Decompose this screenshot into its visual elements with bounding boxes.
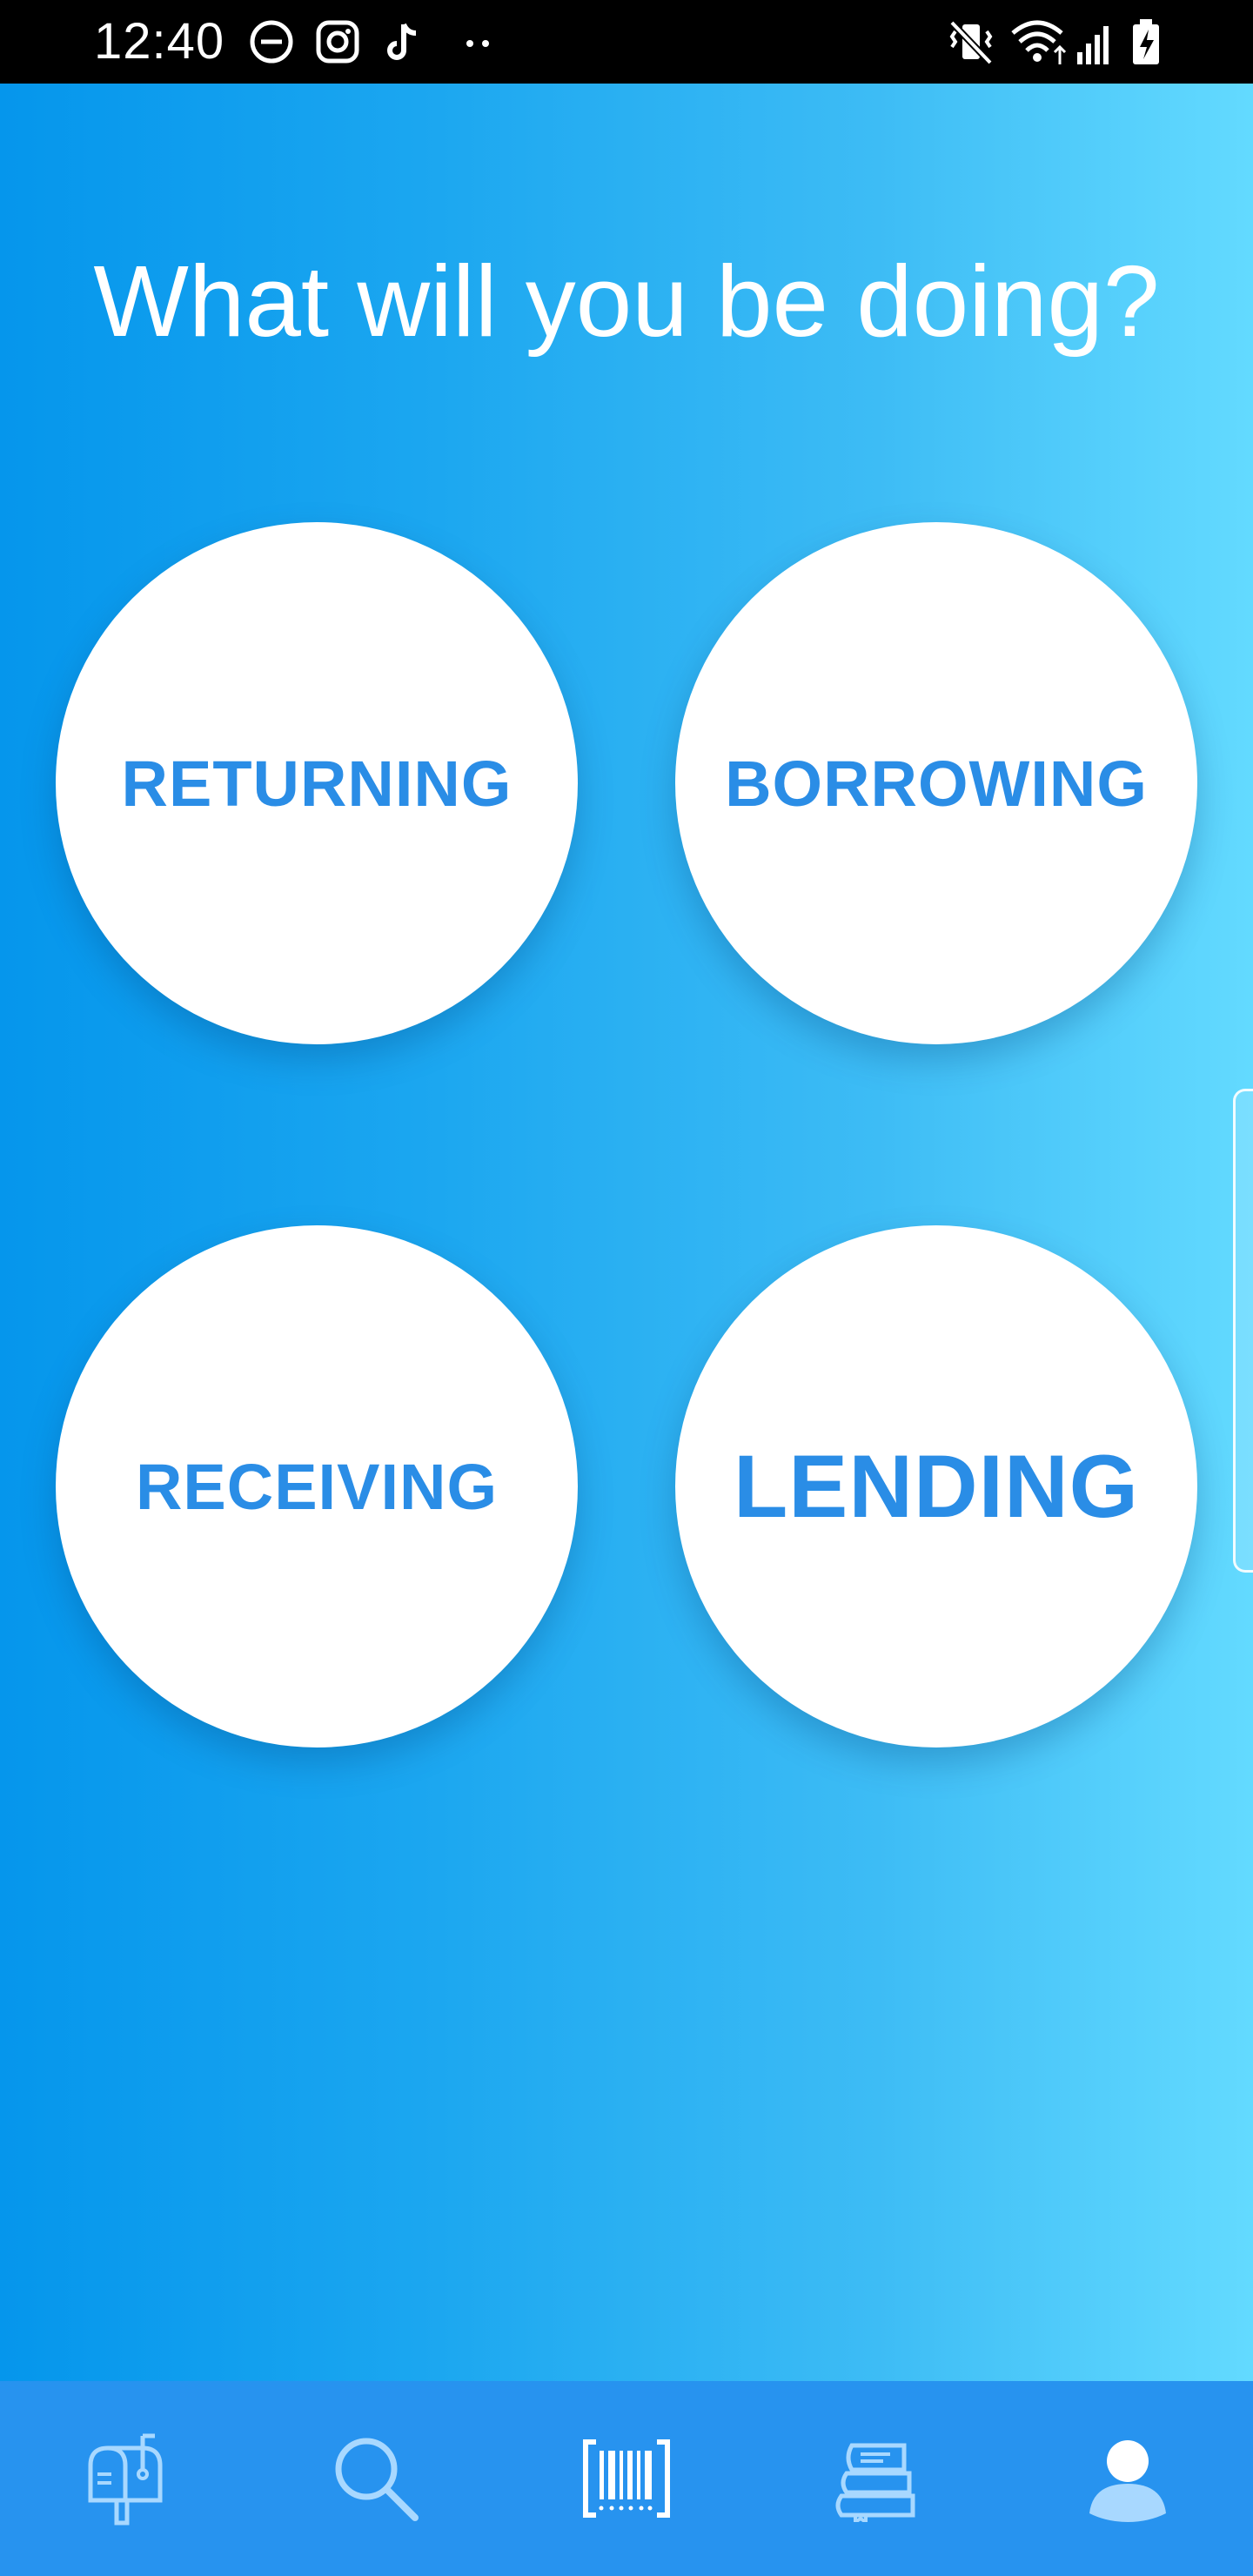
do-not-disturb-icon bbox=[250, 20, 293, 64]
instagram-icon bbox=[316, 20, 359, 64]
lending-label: LENDING bbox=[734, 1436, 1139, 1536]
signal-icon bbox=[1077, 26, 1109, 64]
status-time: 12:40 bbox=[94, 13, 225, 70]
status-bar: 12:40 bbox=[0, 0, 1253, 84]
lending-button[interactable]: LENDING bbox=[675, 1225, 1197, 1748]
nav-item-scan[interactable] bbox=[539, 2392, 714, 2566]
nav-item-mailbox[interactable] bbox=[38, 2392, 212, 2566]
search-icon bbox=[335, 2438, 419, 2521]
vibrate-icon bbox=[949, 20, 993, 65]
nav-item-profile[interactable] bbox=[1041, 2392, 1215, 2566]
returning-label: RETURNING bbox=[121, 747, 513, 820]
nav-item-books[interactable] bbox=[790, 2392, 964, 2566]
app-screen: 12:40 What will you be doing? RETURNING … bbox=[0, 0, 1253, 2576]
edge-panel-handle[interactable] bbox=[1233, 1089, 1253, 1573]
borrowing-button[interactable]: BORROWING bbox=[675, 522, 1197, 1044]
wifi-icon bbox=[1011, 20, 1067, 64]
books-icon bbox=[835, 2443, 915, 2522]
borrowing-label: BORROWING bbox=[725, 747, 1148, 820]
receiving-label: RECEIVING bbox=[135, 1450, 499, 1523]
receiving-button[interactable]: RECEIVING bbox=[56, 1225, 578, 1748]
nav-item-search[interactable] bbox=[289, 2392, 463, 2566]
bottom-navigation bbox=[0, 2381, 1253, 2576]
returning-button[interactable]: RETURNING bbox=[56, 522, 578, 1044]
more-notifications-icon bbox=[466, 40, 489, 47]
mailbox-icon bbox=[88, 2433, 163, 2526]
profile-icon bbox=[1089, 2440, 1166, 2522]
barcode-scan-icon bbox=[583, 2439, 670, 2518]
tiktok-icon bbox=[387, 23, 417, 60]
main-content: What will you be doing? RETURNING BORROW… bbox=[0, 84, 1253, 2381]
page-title: What will you be doing? bbox=[93, 245, 1160, 358]
battery-charging-icon bbox=[1133, 19, 1159, 64]
